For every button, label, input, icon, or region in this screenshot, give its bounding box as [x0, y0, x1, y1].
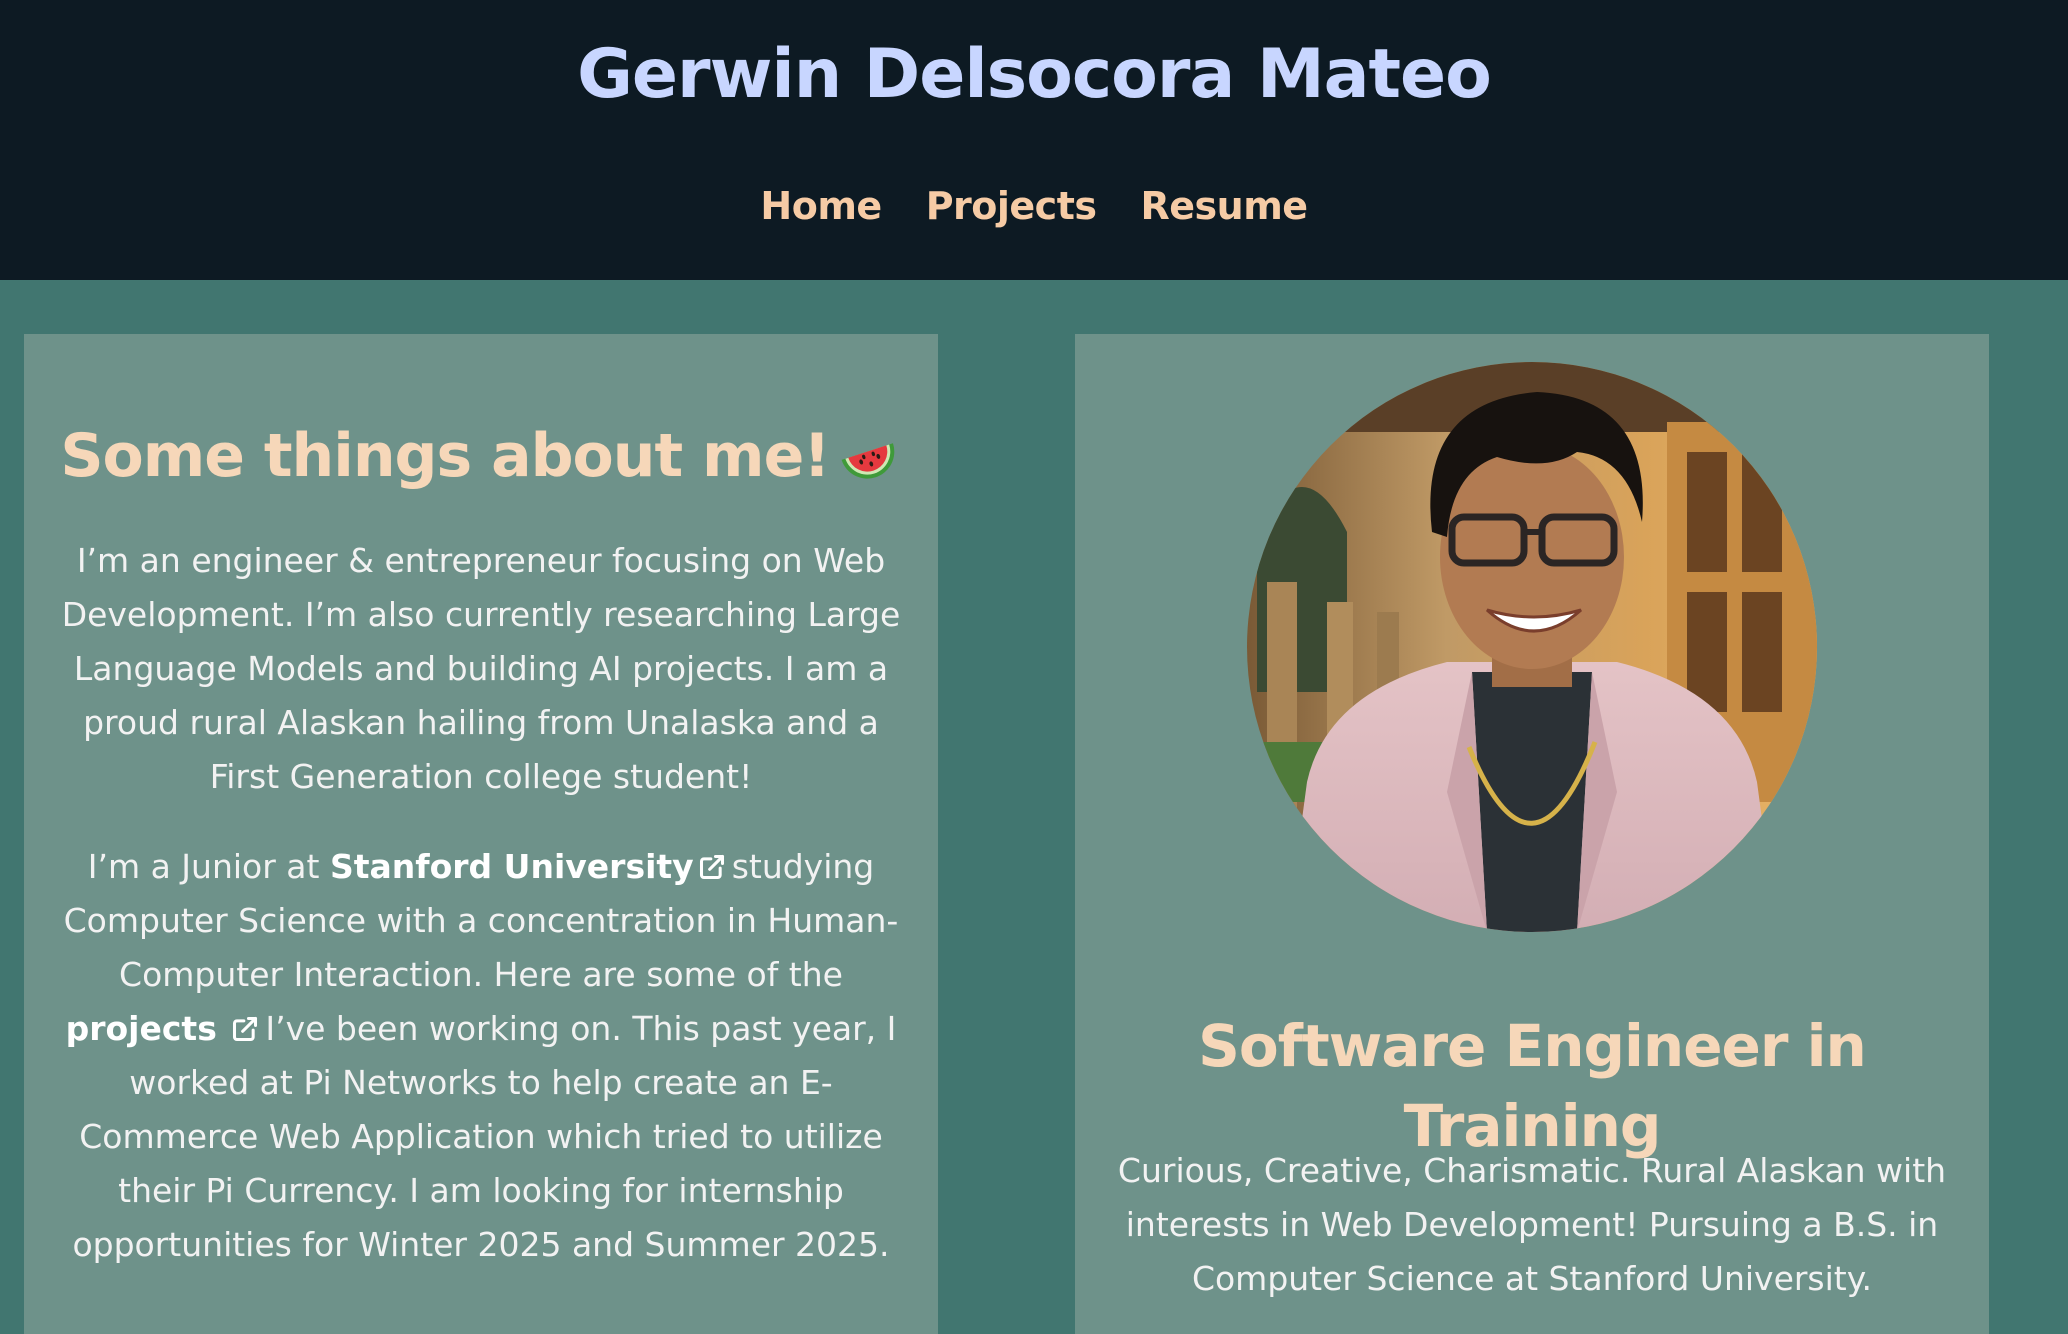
projects-link[interactable]: projects	[66, 1009, 217, 1048]
stanford-link[interactable]: Stanford University	[330, 847, 694, 886]
about-paragraph-2: I’m a Junior at Stanford University study…	[54, 840, 908, 1272]
watermelon-icon	[840, 429, 902, 481]
main-nav: Home Projects Resume	[0, 178, 2068, 234]
external-link-icon[interactable]	[231, 1015, 259, 1043]
profile-card: Software Engineer in Training Curious, C…	[1075, 334, 1989, 1334]
nav-projects-link[interactable]: Projects	[926, 178, 1097, 234]
external-link-icon[interactable]	[698, 853, 726, 881]
p2-prefix: I’m a Junior at	[87, 847, 320, 886]
profile-tagline: Curious, Creative, Charismatic. Rural Al…	[1117, 1151, 1947, 1298]
profile-photo	[1247, 362, 1817, 932]
site-title: Gerwin Delsocora Mateo	[577, 35, 1492, 114]
about-card: Some things about me! I’m an engineer & …	[24, 334, 938, 1334]
nav-home-link[interactable]: Home	[760, 178, 882, 234]
about-heading: Some things about me!	[24, 416, 938, 496]
about-paragraph-1: I’m an engineer & entrepreneur focusing …	[61, 541, 901, 796]
role-heading: Software Engineer in Training	[1198, 1012, 1867, 1160]
about-heading-text: Some things about me!	[60, 421, 830, 491]
site-header: Gerwin Delsocora Mateo Home Projects Res…	[0, 0, 2068, 280]
nav-resume-link[interactable]: Resume	[1141, 178, 1309, 234]
